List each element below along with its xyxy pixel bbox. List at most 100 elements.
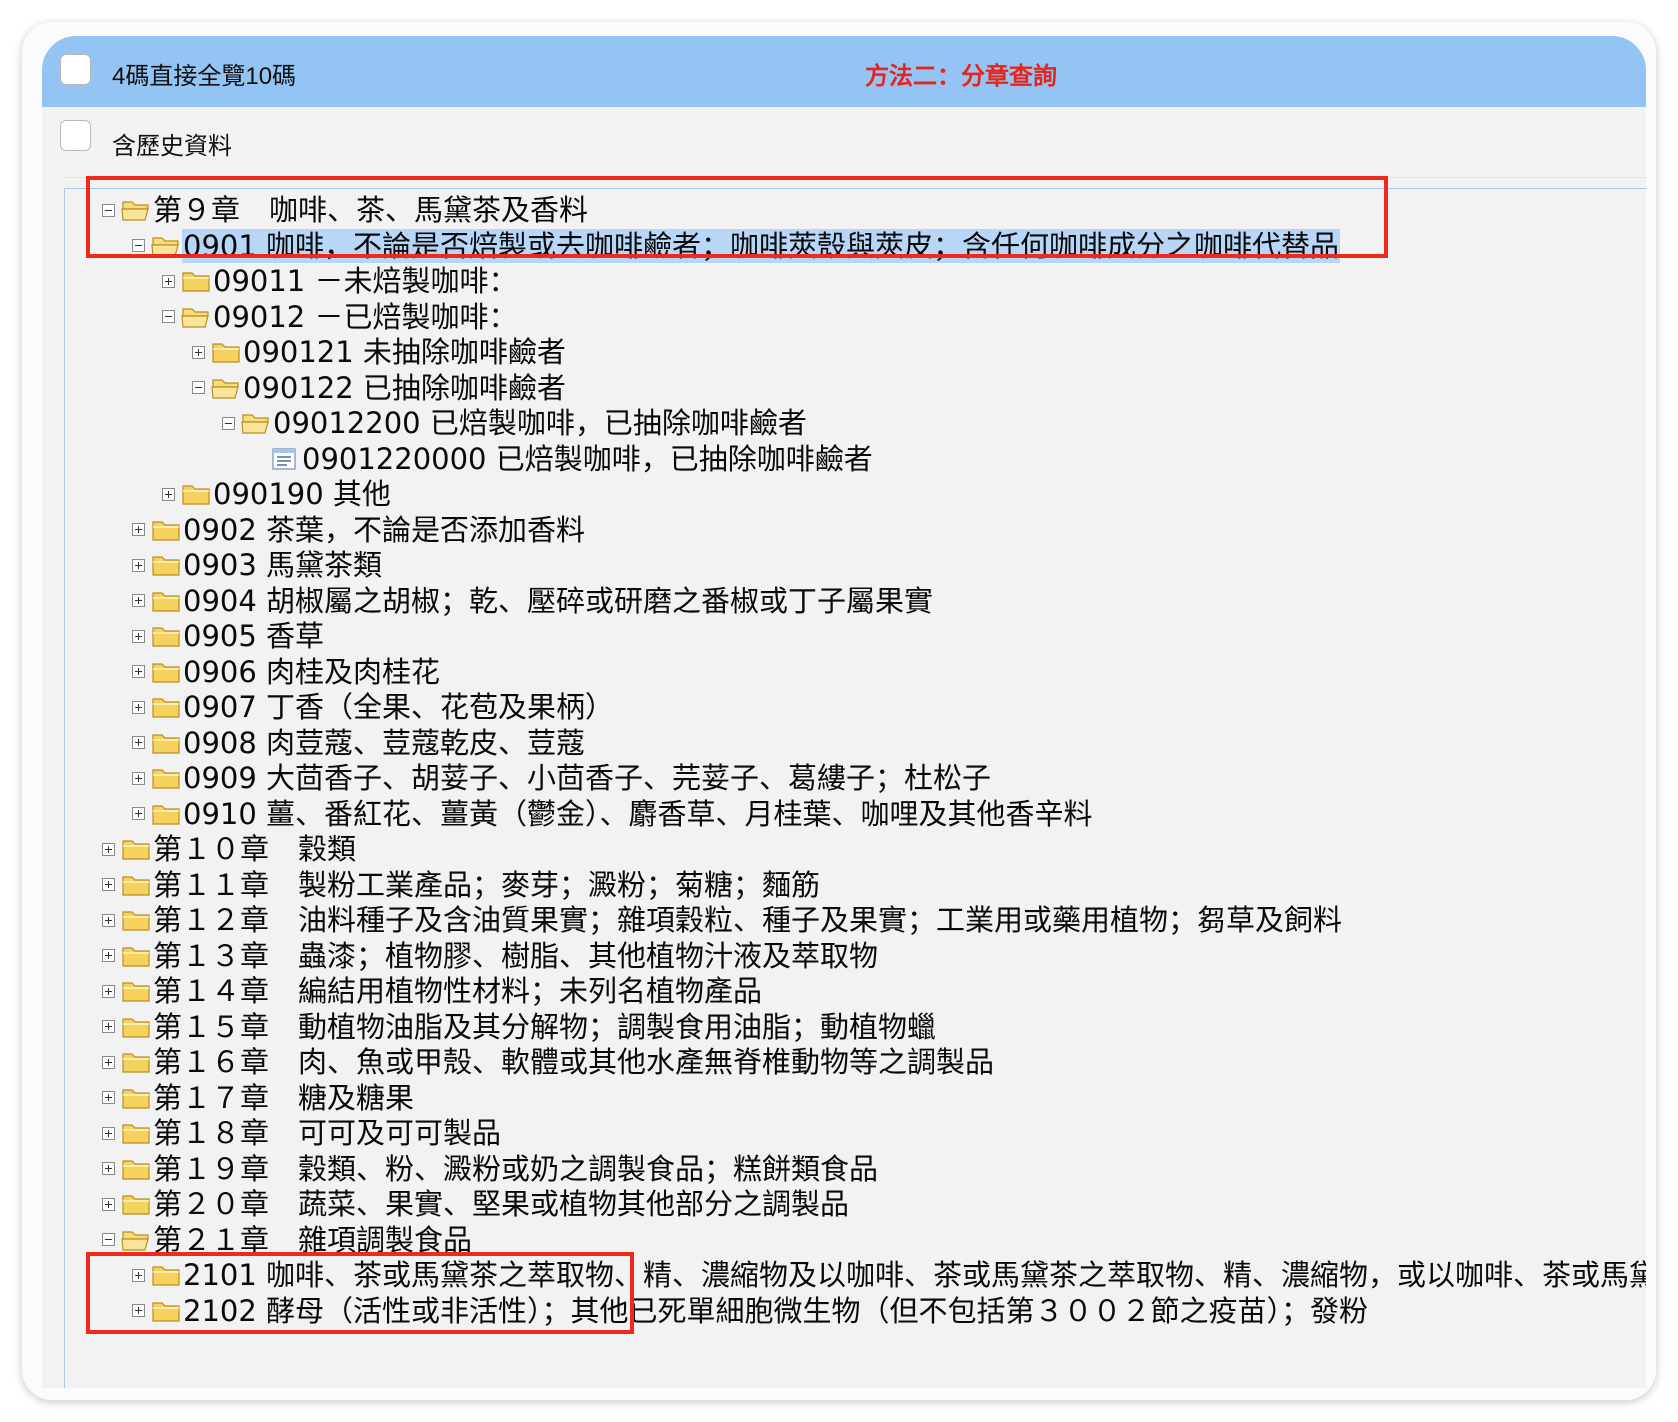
tree-row[interactable]: 第１４章 編結用植物性材料；未列名植物產品 xyxy=(102,972,763,1010)
tree-row[interactable]: 第１５章 動植物油脂及其分解物；調製食用油脂；動植物蠟 xyxy=(102,1008,937,1046)
collapse-toggle-icon[interactable] xyxy=(102,203,115,217)
expand-toggle-icon[interactable] xyxy=(132,1268,145,1282)
tree-node-label[interactable]: 第１２章 油料種子及含油質果實；雜項穀粒、種子及果實；工業用或藥用植物；芻草及飼… xyxy=(152,903,1343,937)
tree-row[interactable]: 090190 其他 xyxy=(162,475,392,513)
tree-row[interactable]: 09012 －已焙製咖啡： xyxy=(162,298,518,336)
tree-row[interactable]: 第１９章 穀類、粉、澱粉或奶之調製食品；糕餅類食品 xyxy=(102,1150,879,1188)
include-history-checkbox[interactable] xyxy=(60,120,91,151)
tree-row[interactable]: 0907 丁香（全果、花苞及果柄） xyxy=(132,688,615,726)
tree-row[interactable]: 0906 肉桂及肉桂花 xyxy=(132,653,441,691)
tree-node-label[interactable]: 09011 －未焙製咖啡： xyxy=(212,264,518,298)
tree-node-label[interactable]: 第１４章 編結用植物性材料；未列名植物產品 xyxy=(152,974,763,1008)
tree-row[interactable]: 0903 馬黛茶類 xyxy=(132,546,383,584)
expand-toggle-icon[interactable] xyxy=(102,1020,115,1033)
tree-row[interactable]: 0905 香草 xyxy=(132,617,325,655)
tree-row[interactable]: 第１７章 糖及糖果 xyxy=(102,1079,415,1117)
tree-row[interactable]: 0902 茶葉，不論是否添加香料 xyxy=(132,511,586,549)
tree-row[interactable]: 0901 咖啡，不論是否焙製或去咖啡鹼者；咖啡莢殼與莢皮；含任何咖啡成分之咖啡代… xyxy=(132,227,1341,265)
tree-row[interactable]: 09011 －未焙製咖啡： xyxy=(162,262,518,300)
expand-toggle-icon[interactable] xyxy=(102,1197,115,1211)
tree-node-label[interactable]: 090122 已抽除咖啡鹼者 xyxy=(242,371,567,405)
expand-toggle-icon[interactable] xyxy=(132,523,145,536)
expand-toggle-icon[interactable] xyxy=(132,665,145,678)
tree-row[interactable]: 第１０章 穀類 xyxy=(102,830,357,868)
tree-row[interactable]: 第１８章 可可及可可製品 xyxy=(102,1114,502,1152)
tree-node-label[interactable]: 第９章 咖啡、茶、馬黛茶及香料 xyxy=(152,193,589,227)
expand-10-digit-checkbox[interactable] xyxy=(60,54,91,85)
tree-row[interactable]: 0901220000 已焙製咖啡，已抽除咖啡鹼者 xyxy=(252,440,874,478)
expand-toggle-icon[interactable] xyxy=(132,700,145,714)
tree-node-label[interactable]: 0901220000 已焙製咖啡，已抽除咖啡鹼者 xyxy=(301,442,874,476)
tree-row[interactable]: 第２１章 雜項調製食品 xyxy=(102,1221,473,1259)
tree-row[interactable]: 第１１章 製粉工業產品；麥芽；澱粉；菊糖；麵筋 xyxy=(102,866,821,904)
expand-toggle-icon[interactable] xyxy=(162,487,175,501)
include-history-label[interactable]: 含歷史資料 xyxy=(112,126,232,161)
expand-toggle-icon[interactable] xyxy=(192,345,205,359)
tree-node-label[interactable]: 0902 茶葉，不論是否添加香料 xyxy=(182,513,586,547)
tree-node-label[interactable]: 0908 肉荳蔻、荳蔻乾皮、荳蔻 xyxy=(182,726,586,760)
tree-row[interactable]: 0908 肉荳蔻、荳蔻乾皮、荳蔻 xyxy=(132,724,586,762)
collapse-toggle-icon[interactable] xyxy=(132,239,145,252)
tree-node-label[interactable]: 0903 馬黛茶類 xyxy=(182,548,383,582)
tree-node-label[interactable]: 0910 薑、番紅花、薑黃（鬱金）、麝香草、月桂葉、咖哩及其他香辛料 xyxy=(182,797,1094,831)
tree-row[interactable]: 2102 酵母（活性或非活性）；其他已死單細胞微生物（但不包括第３００２節之疫苗… xyxy=(132,1292,1369,1330)
expand-toggle-icon[interactable] xyxy=(132,558,145,572)
tree-node-label[interactable]: 09012 －已焙製咖啡： xyxy=(212,300,518,334)
expand-toggle-icon[interactable] xyxy=(132,736,145,749)
tree-node-label[interactable]: 0901 咖啡，不論是否焙製或去咖啡鹼者；咖啡莢殼與莢皮；含任何咖啡成分之咖啡代… xyxy=(182,228,1341,263)
expand-toggle-icon[interactable] xyxy=(102,1055,115,1069)
tree-row[interactable]: 09012200 已焙製咖啡，已抽除咖啡鹼者 xyxy=(222,404,808,442)
tree-node-label[interactable]: 第２１章 雜項調製食品 xyxy=(152,1223,473,1257)
tree-row[interactable]: 090122 已抽除咖啡鹼者 xyxy=(192,369,567,407)
expand-toggle-icon[interactable] xyxy=(132,771,145,785)
tree-row[interactable]: 090121 未抽除咖啡鹼者 xyxy=(192,333,567,371)
tree-node-label[interactable]: 第１７章 糖及糖果 xyxy=(152,1081,415,1115)
expand-10-digit-label[interactable]: 4碼直接全覽10碼 xyxy=(112,56,296,91)
expand-toggle-icon[interactable] xyxy=(102,1126,115,1140)
tree-row[interactable]: 第２０章 蔬菜、果實、堅果或植物其他部分之調製品 xyxy=(102,1185,850,1223)
collapse-toggle-icon[interactable] xyxy=(162,310,175,323)
tree-node-label[interactable]: 0907 丁香（全果、花苞及果柄） xyxy=(182,690,615,724)
folder-open-icon xyxy=(121,1230,149,1251)
expand-toggle-icon[interactable] xyxy=(132,807,145,820)
tree-node-label[interactable]: 0904 胡椒屬之胡椒；乾、壓碎或研磨之番椒或丁子屬果實 xyxy=(182,584,934,618)
tree-node-label[interactable]: 第２０章 蔬菜、果實、堅果或植物其他部分之調製品 xyxy=(152,1187,850,1221)
tree-node-label[interactable]: 第１８章 可可及可可製品 xyxy=(152,1116,502,1150)
expand-toggle-icon[interactable] xyxy=(102,984,115,998)
collapse-toggle-icon[interactable] xyxy=(222,416,235,430)
tree-node-label[interactable]: 090121 未抽除咖啡鹼者 xyxy=(242,335,567,369)
tree-row[interactable]: 第１３章 蟲漆；植物膠、樹脂、其他植物汁液及萃取物 xyxy=(102,937,879,975)
tree-node-label[interactable]: 第１０章 穀類 xyxy=(152,832,357,866)
tree-node-label[interactable]: 第１６章 肉、魚或甲殼、軟體或其他水產無脊椎動物等之調製品 xyxy=(152,1045,995,1079)
tree-node-label[interactable]: 09012200 已焙製咖啡，已抽除咖啡鹼者 xyxy=(272,406,808,440)
tree-row[interactable]: 0909 大茴香子、胡荽子、小茴香子、芫荽子、葛縷子；杜松子 xyxy=(132,759,992,797)
expand-toggle-icon[interactable] xyxy=(132,1304,145,1317)
tree-row[interactable]: 第１２章 油料種子及含油質果實；雜項穀粒、種子及果實；工業用或藥用植物；芻草及飼… xyxy=(102,901,1343,939)
expand-toggle-icon[interactable] xyxy=(102,1162,115,1175)
tree-node-label[interactable]: 第１９章 穀類、粉、澱粉或奶之調製食品；糕餅類食品 xyxy=(152,1152,879,1186)
tree-node-label[interactable]: 2101 咖啡、茶或馬黛茶之萃取物、精、濃縮物及以咖啡、茶或馬黛茶之萃取物、精、… xyxy=(182,1258,1646,1292)
tree-row[interactable]: 第１６章 肉、魚或甲殼、軟體或其他水產無脊椎動物等之調製品 xyxy=(102,1043,995,1081)
expand-toggle-icon[interactable] xyxy=(162,274,175,288)
tree-node-label[interactable]: 0909 大茴香子、胡荽子、小茴香子、芫荽子、葛縷子；杜松子 xyxy=(182,761,992,795)
tree-node-label[interactable]: 第１１章 製粉工業產品；麥芽；澱粉；菊糖；麵筋 xyxy=(152,868,821,902)
tree-node-label[interactable]: 0905 香草 xyxy=(182,619,325,653)
tree-node-label[interactable]: 第１３章 蟲漆；植物膠、樹脂、其他植物汁液及萃取物 xyxy=(152,939,879,973)
tree-node-label[interactable]: 第１５章 動植物油脂及其分解物；調製食用油脂；動植物蠟 xyxy=(152,1010,937,1044)
expand-toggle-icon[interactable] xyxy=(102,1091,115,1104)
tree-node-label[interactable]: 090190 其他 xyxy=(212,477,392,511)
expand-toggle-icon[interactable] xyxy=(102,949,115,962)
tree-row[interactable]: 第９章 咖啡、茶、馬黛茶及香料 xyxy=(102,191,589,229)
expand-toggle-icon[interactable] xyxy=(102,878,115,891)
tree-row[interactable]: 0910 薑、番紅花、薑黃（鬱金）、麝香草、月桂葉、咖哩及其他香辛料 xyxy=(132,795,1094,833)
expand-toggle-icon[interactable] xyxy=(102,913,115,927)
expand-toggle-icon[interactable] xyxy=(132,629,145,643)
tree-node-label[interactable]: 2102 酵母（活性或非活性）；其他已死單細胞微生物（但不包括第３００２節之疫苗… xyxy=(182,1294,1369,1328)
collapse-toggle-icon[interactable] xyxy=(102,1233,115,1246)
tree-row[interactable]: 0904 胡椒屬之胡椒；乾、壓碎或研磨之番椒或丁子屬果實 xyxy=(132,582,934,620)
expand-toggle-icon[interactable] xyxy=(102,842,115,856)
expand-toggle-icon[interactable] xyxy=(132,594,145,607)
tree-node-label[interactable]: 0906 肉桂及肉桂花 xyxy=(182,655,441,689)
tree-row[interactable]: 2101 咖啡、茶或馬黛茶之萃取物、精、濃縮物及以咖啡、茶或馬黛茶之萃取物、精、… xyxy=(132,1256,1646,1294)
collapse-toggle-icon[interactable] xyxy=(192,381,205,394)
